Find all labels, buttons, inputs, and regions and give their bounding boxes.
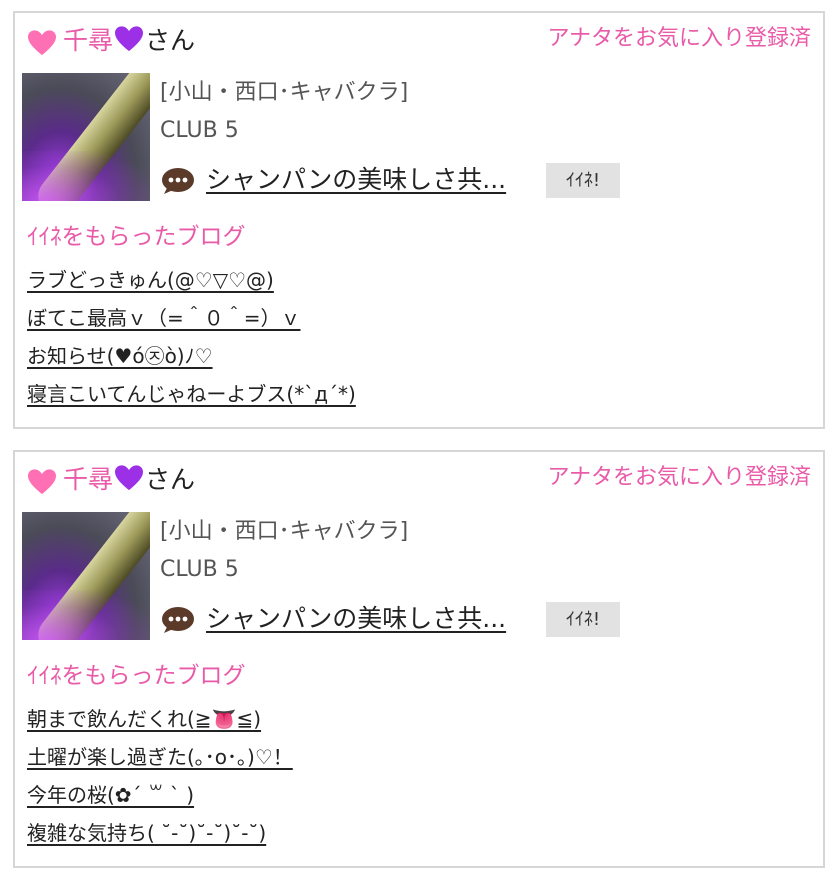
blog-link[interactable]: 複雑な気持ち( ˘-˘)˘-˘)˘-˘): [27, 821, 293, 859]
club-name: CLUB 5: [160, 557, 239, 582]
shop-area: [小山・西口･キャバクラ]: [160, 80, 409, 105]
blog-link[interactable]: ぼてこ最高ｖ（=＾０＾=）ｖ: [27, 306, 356, 344]
favorite-status: アナタをお気に入り登録済: [547, 26, 811, 51]
post-title-link[interactable]: シャンパンの美味しさ共...: [206, 164, 506, 196]
purple-heart-icon: [115, 26, 144, 52]
shop-area: [小山・西口･キャバクラ]: [160, 519, 409, 544]
liked-blogs-heading: ｲｲﾈをもらったブログ: [27, 224, 246, 250]
pink-heart-icon: [28, 30, 56, 56]
profile-thumbnail[interactable]: [22, 73, 150, 201]
blog-link[interactable]: ラブどっきゅん(@♡▽♡@): [27, 268, 356, 306]
blog-link[interactable]: 寝言こいてんじゃねーよブス(*`д´*): [27, 382, 356, 420]
user-name-suffix: さん: [145, 465, 196, 494]
liked-blog-list: ラブどっきゅん(@♡▽♡@) ぼてこ最高ｖ（=＾０＾=）ｖ お知らせ(♥ó㉨ò)…: [27, 268, 356, 420]
chat-bubble-icon: [162, 607, 194, 633]
notification-card: 千尋 さん アナタをお気に入り登録済 [小山・西口･キャバクラ] CLUB 5 シ…: [13, 450, 825, 868]
thumb-glow: [22, 151, 150, 201]
liked-blogs-heading: ｲｲﾈをもらったブログ: [27, 663, 246, 689]
profile-thumbnail[interactable]: [22, 512, 150, 640]
blog-link[interactable]: お知らせ(♥ó㉨ò)ﾉ♡: [27, 344, 356, 382]
like-button[interactable]: ｲｲﾈ!: [546, 602, 620, 637]
user-name[interactable]: 千尋 さん: [63, 25, 195, 56]
user-name-suffix: さん: [145, 26, 196, 55]
user-name-prefix: 千尋: [63, 26, 114, 55]
post-title-link[interactable]: シャンパンの美味しさ共...: [206, 603, 506, 635]
user-name-prefix: 千尋: [63, 465, 114, 494]
purple-heart-icon: [115, 465, 144, 491]
club-name: CLUB 5: [160, 118, 239, 143]
like-button[interactable]: ｲｲﾈ!: [546, 163, 620, 198]
blog-link[interactable]: 朝まで飲んだくれ(≧👅≦): [27, 707, 293, 745]
thumb-glow: [22, 590, 150, 640]
pink-heart-icon: [28, 469, 56, 495]
blog-link[interactable]: 今年の桜(✿´ ꒳ ` ): [27, 783, 293, 821]
user-name[interactable]: 千尋 さん: [63, 464, 195, 495]
liked-blog-list: 朝まで飲んだくれ(≧👅≦) 土曜が楽し過ぎた(｡･o･｡)♡！ 今年の桜(✿´ …: [27, 707, 293, 859]
notification-card: 千尋 さん アナタをお気に入り登録済 [小山・西口･キャバクラ] CLUB 5 シ…: [13, 11, 825, 429]
blog-link[interactable]: 土曜が楽し過ぎた(｡･o･｡)♡！: [27, 745, 293, 783]
chat-bubble-icon: [162, 168, 194, 194]
favorite-status: アナタをお気に入り登録済: [547, 465, 811, 490]
